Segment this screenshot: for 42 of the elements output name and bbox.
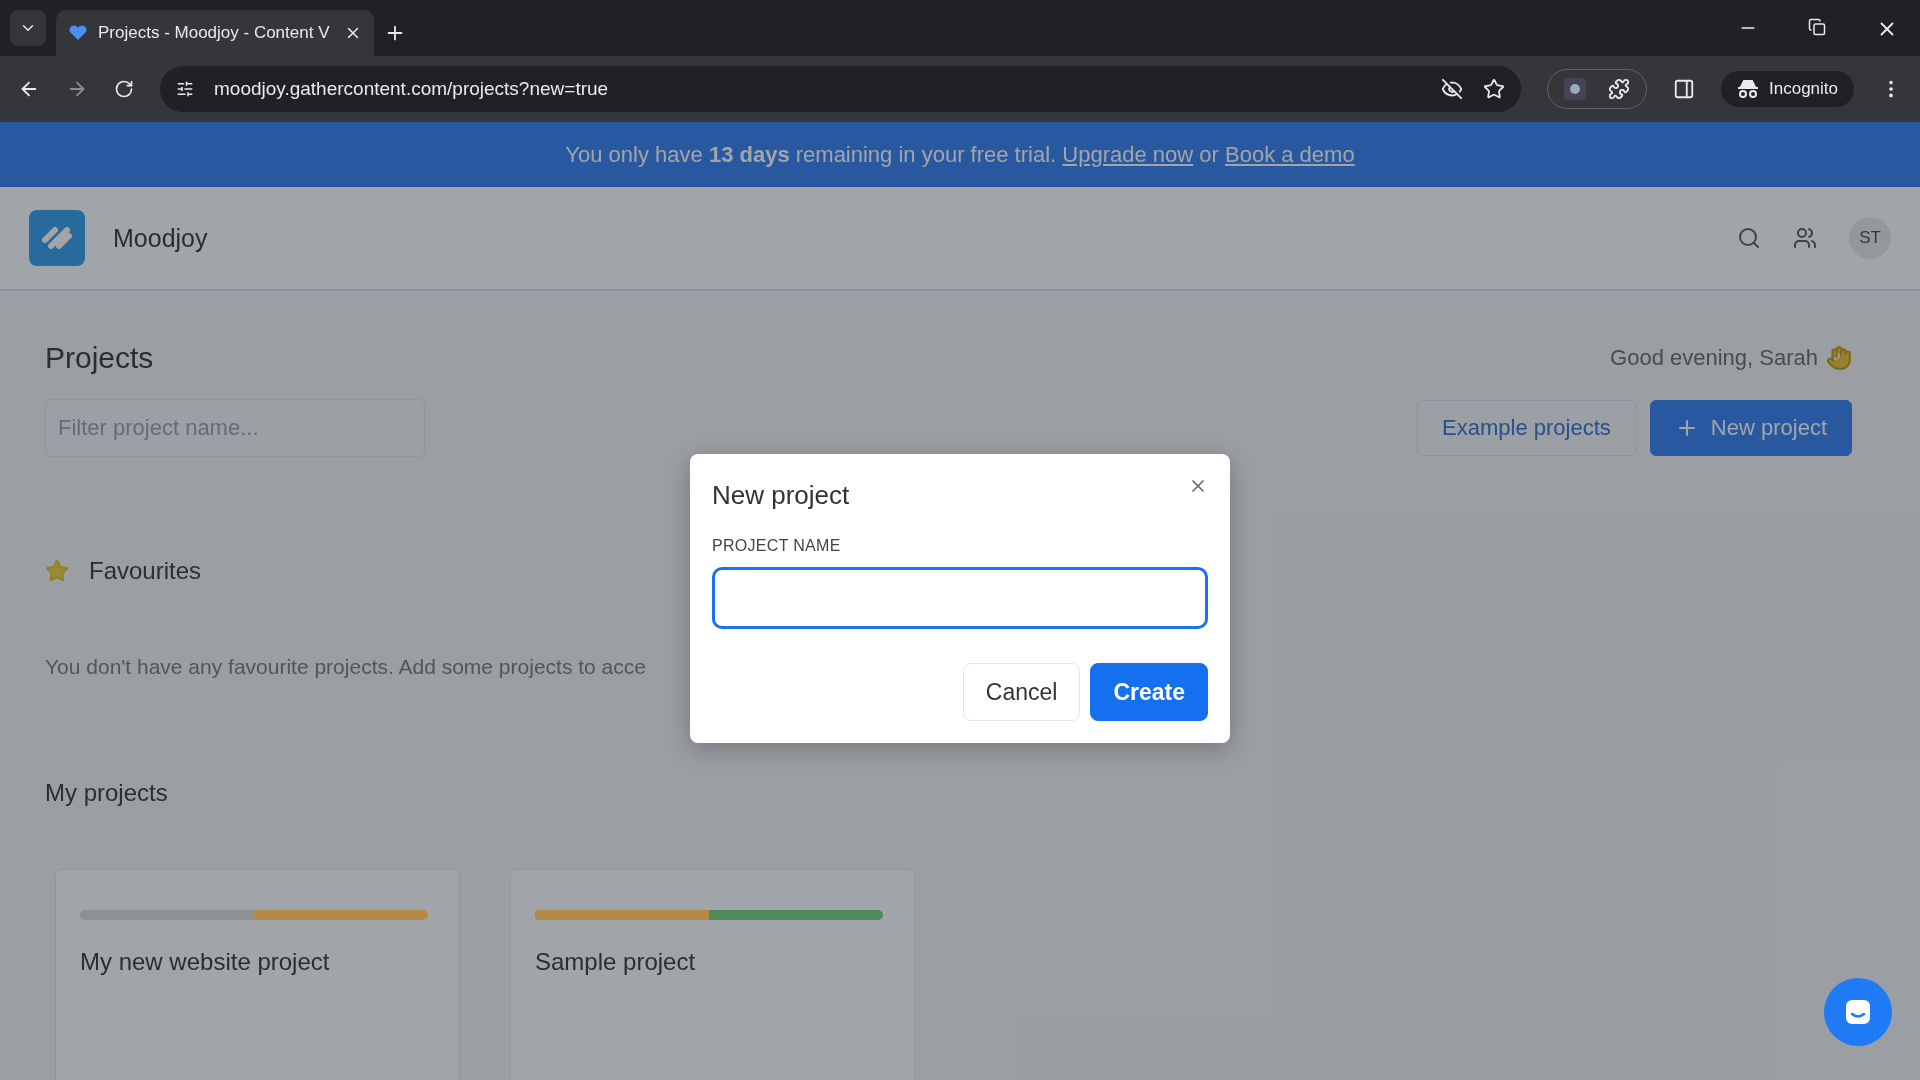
section-title: Favourites xyxy=(89,557,202,585)
project-name: Sample project xyxy=(535,948,697,976)
project-name-field[interactable] xyxy=(712,567,1208,629)
project-card[interactable]: My new website project xyxy=(55,869,460,1080)
page-title: Projects xyxy=(45,341,154,375)
restore-icon[interactable] xyxy=(1808,18,1826,36)
hand-icon xyxy=(1826,345,1852,371)
cancel-button[interactable]: Cancel xyxy=(962,663,1081,721)
heart-logo-icon xyxy=(68,25,88,41)
example-projects-button[interactable]: Example projects xyxy=(1417,400,1636,456)
side-panel-icon[interactable] xyxy=(1673,78,1695,100)
tab-title: Projects - Moodjoy - Content V xyxy=(98,23,331,43)
address-bar[interactable]: moodjoy.gathercontent.com/projects?new=true xyxy=(160,66,1521,112)
chat-icon xyxy=(1843,997,1873,1027)
puzzle-icon[interactable] xyxy=(1608,78,1630,100)
search-icon[interactable] xyxy=(1737,226,1761,250)
extension-icon[interactable] xyxy=(1564,78,1586,100)
upgrade-link[interactable]: Upgrade now xyxy=(1062,141,1194,167)
field-label: PROJECT NAME xyxy=(712,537,842,555)
user-avatar[interactable]: ST xyxy=(1849,217,1891,259)
star-icon xyxy=(45,559,69,583)
incognito-icon xyxy=(1737,80,1759,98)
star-icon[interactable] xyxy=(1483,78,1505,100)
new-project-button[interactable]: New project xyxy=(1649,400,1852,456)
empty-favourites-text: You don't have any favourite projects. Add some projects to acce xyxy=(45,655,647,679)
trial-banner-text: You only have 13 days remaining in your free trial. Upgrade now or Book a demo xyxy=(565,141,1355,168)
url-text: moodjoy.gathercontent.com/projects?new=true xyxy=(214,78,610,100)
book-demo-link[interactable]: Book a demo xyxy=(1225,141,1355,167)
project-card[interactable]: Sample project xyxy=(510,869,915,1080)
eye-off-icon[interactable] xyxy=(1441,78,1463,100)
dialog-title: New project xyxy=(712,480,850,511)
section-title: My projects xyxy=(45,779,169,807)
greeting-text: Good evening, Sarah xyxy=(1610,345,1818,371)
project-name: My new website project xyxy=(80,948,331,976)
app-name: Moodjoy xyxy=(113,223,208,253)
profile-button[interactable]: Incognito xyxy=(1721,71,1854,107)
team-icon[interactable] xyxy=(1793,226,1817,250)
browser-tab[interactable]: Projects - Moodjoy - Content V xyxy=(56,10,374,56)
create-button[interactable]: Create xyxy=(1090,663,1208,721)
site-settings-icon[interactable] xyxy=(176,80,194,98)
tab-search-button[interactable] xyxy=(10,10,46,46)
reload-icon[interactable] xyxy=(114,79,134,99)
